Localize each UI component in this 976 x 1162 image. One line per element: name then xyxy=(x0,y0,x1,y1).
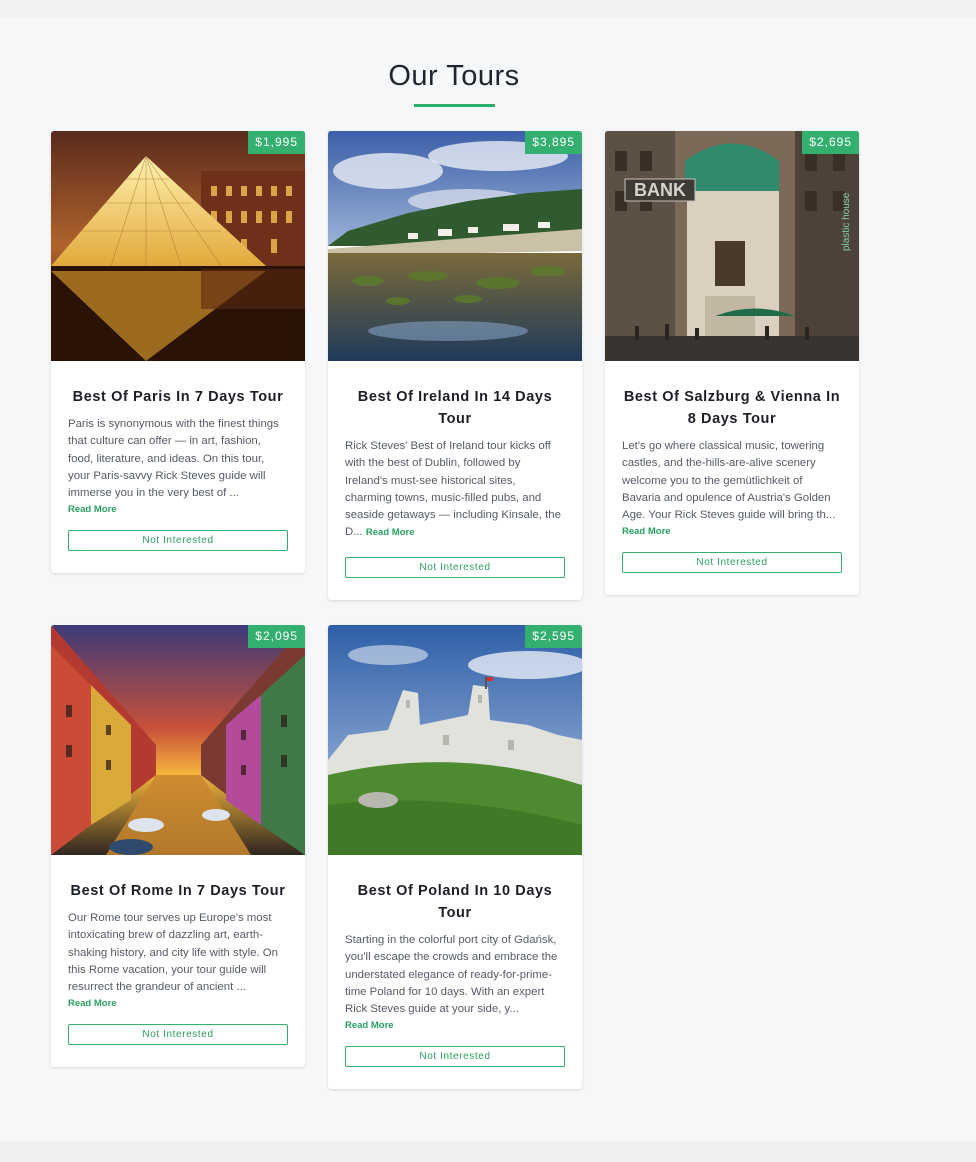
title-underline xyxy=(414,104,495,107)
price-badge: $2,695 xyxy=(802,131,859,154)
tour-image-rome[interactable]: $2,095 xyxy=(51,625,305,855)
tour-title[interactable]: Best Of Paris In 7 Days Tour xyxy=(68,386,288,408)
tour-image-paris[interactable]: $1,995 xyxy=(51,131,305,361)
tour-image-vienna[interactable]: BANK plastic house $2,695 xyxy=(605,131,859,361)
tour-image-poland[interactable]: $2,595 xyxy=(328,625,582,855)
vienna-street-image: BANK plastic house xyxy=(605,131,859,361)
read-more-link[interactable]: Read More xyxy=(366,527,415,538)
canal-sunset-image xyxy=(51,625,305,855)
read-more-link[interactable]: Read More xyxy=(345,1020,565,1031)
tour-card-ireland: $3,895 Best Of Ireland In 14 Days Tour R… xyxy=(328,131,582,600)
tour-description: Let's go where classical music, towering… xyxy=(622,438,842,524)
tour-card-poland: $2,595 Best Of Poland In 10 Days Tour St… xyxy=(328,625,582,1090)
tour-description: Rick Steves' Best of Ireland tour kicks … xyxy=(345,438,565,542)
tour-description: Paris is synonymous with the finest thin… xyxy=(68,416,288,502)
tour-title[interactable]: Best Of Poland In 10 Days Tour xyxy=(345,880,565,924)
read-more-link[interactable]: Read More xyxy=(68,998,288,1009)
tour-title[interactable]: Best Of Salzburg & Vienna In 8 Days Tour xyxy=(622,386,842,430)
price-badge: $2,095 xyxy=(248,625,305,648)
castle-ruins-image xyxy=(328,625,582,855)
louvre-pyramid-image xyxy=(51,131,305,361)
top-band xyxy=(0,0,976,18)
not-interested-button[interactable]: Not Interested xyxy=(622,552,842,574)
tour-description: Starting in the colorful port city of Gd… xyxy=(345,932,565,1018)
section-title: Our Tours xyxy=(388,60,520,92)
not-interested-button[interactable]: Not Interested xyxy=(345,556,565,578)
irish-coast-image xyxy=(328,131,582,361)
not-interested-button[interactable]: Not Interested xyxy=(345,1046,565,1068)
tour-card-paris: $1,995 Best Of Paris In 7 Days Tour Pari… xyxy=(51,131,305,574)
tour-card-rome: $2,095 Best Of Rome In 7 Days Tour Our R… xyxy=(51,625,305,1068)
tour-description-text: Rick Steves' Best of Ireland tour kicks … xyxy=(345,440,561,539)
read-more-link[interactable]: Read More xyxy=(68,504,288,515)
tour-card-salzburg-vienna: BANK plastic house $2,695 Best Of Salzbu… xyxy=(605,131,859,596)
tour-title[interactable]: Best Of Ireland In 14 Days Tour xyxy=(345,386,565,430)
price-badge: $3,895 xyxy=(525,131,582,154)
price-badge: $1,995 xyxy=(248,131,305,154)
tour-description-text: Our Rome tour serves up Europe's most in… xyxy=(68,912,278,994)
price-badge: $2,595 xyxy=(525,625,582,648)
bank-sign-text: BANK xyxy=(634,180,686,200)
tour-description: Our Rome tour serves up Europe's most in… xyxy=(68,910,288,996)
bottom-band xyxy=(0,1141,976,1162)
tour-description-text: Paris is synonymous with the finest thin… xyxy=(68,418,279,500)
tour-title[interactable]: Best Of Rome In 7 Days Tour xyxy=(68,880,288,902)
not-interested-button[interactable]: Not Interested xyxy=(68,530,288,552)
tour-description-text: Starting in the colorful port city of Gd… xyxy=(345,934,558,1016)
tour-description-text: Let's go where classical music, towering… xyxy=(622,440,836,522)
read-more-link[interactable]: Read More xyxy=(622,526,842,537)
plastic-house-sign-text: plastic house xyxy=(841,192,852,251)
tour-image-ireland[interactable]: $3,895 xyxy=(328,131,582,361)
not-interested-button[interactable]: Not Interested xyxy=(68,1024,288,1046)
